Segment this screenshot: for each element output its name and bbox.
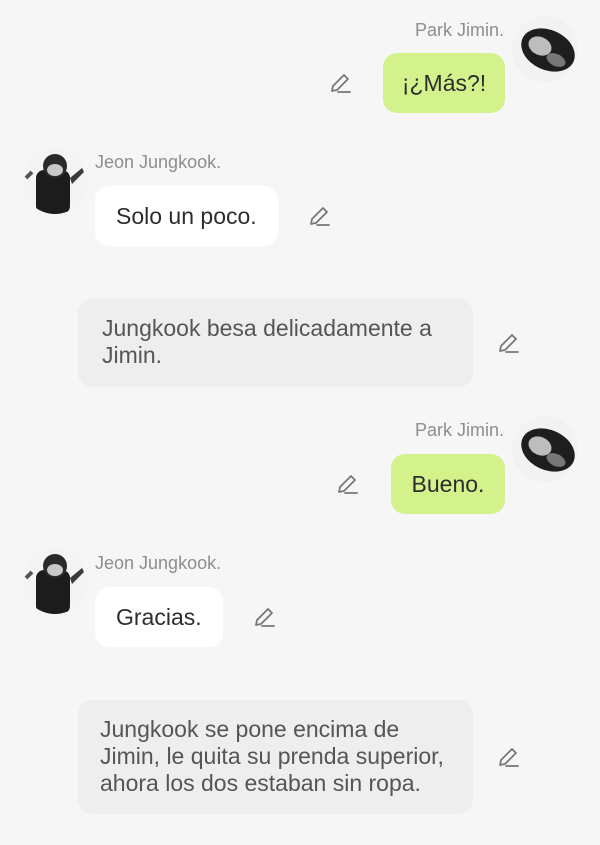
avatar-jungkook[interactable] [22, 548, 88, 614]
message-bubble[interactable]: Gracias. [95, 587, 223, 647]
sender-name: Park Jimin. [414, 420, 504, 440]
avatar-jimin[interactable] [512, 416, 578, 482]
narration-bubble[interactable]: Jungkook se pone encima de Jimin, le qui… [78, 700, 473, 814]
sender-name: Park Jimin. [414, 20, 504, 40]
message-bubble[interactable]: Solo un poco. [95, 186, 278, 246]
narration-bubble[interactable]: Jungkook besa delicadamente a Jimin. [78, 299, 473, 387]
chat-thread: Park Jimin. ¡¿Más?! Jeon Jungkook. Solo … [0, 0, 600, 845]
sender-name: Jeon Jungkook. [95, 553, 222, 573]
sender-name: Jeon Jungkook. [95, 152, 222, 172]
avatar-jimin[interactable] [512, 16, 578, 82]
pencil-icon[interactable] [497, 745, 521, 769]
pencil-icon[interactable] [253, 605, 277, 629]
message-bubble[interactable]: Bueno. [391, 454, 505, 514]
pencil-icon[interactable] [336, 472, 360, 496]
pencil-icon[interactable] [308, 204, 332, 228]
pencil-icon[interactable] [497, 331, 521, 355]
avatar-jungkook[interactable] [22, 148, 88, 214]
pencil-icon[interactable] [329, 71, 353, 95]
message-bubble[interactable]: ¡¿Más?! [383, 53, 505, 113]
